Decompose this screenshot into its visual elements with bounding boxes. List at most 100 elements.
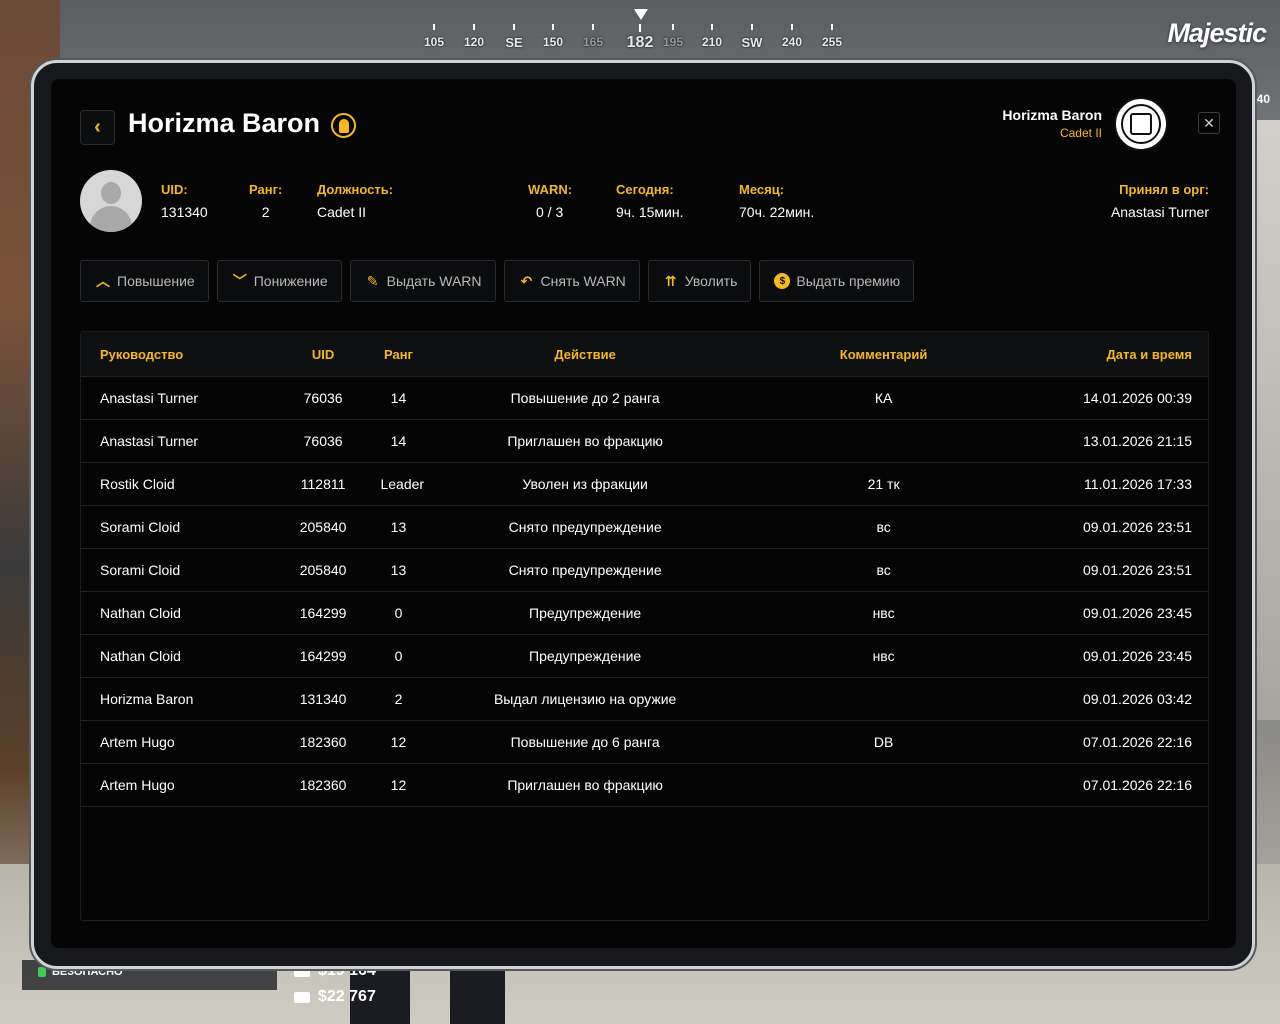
stat-value: Anastasi Turner [1110, 204, 1209, 220]
table-row[interactable]: Nathan Cloid 164299 0 Предупреждение нвс 09.0… [81, 635, 1208, 678]
stat-label: Должность: [317, 182, 394, 197]
button-label: Снять WARN [540, 273, 626, 289]
tablet-screen: ‹ Horizma Baron Horizma Baron Cadet II ✕… [51, 79, 1236, 948]
cell-comment: КА [874, 390, 893, 406]
close-button[interactable]: ✕ [1198, 112, 1220, 134]
cell-comment: нвс [872, 648, 895, 664]
cell-rank: 2 [394, 691, 403, 707]
table-row[interactable]: Artem Hugo 182360 12 Приглашен во фракцию 07… [81, 764, 1208, 807]
cell-rank: 13 [390, 519, 407, 535]
table-row[interactable]: Rostik Cloid 112811 Leader Уволен из фракци… [81, 463, 1208, 506]
table-row[interactable]: Anastasi Turner 76036 14 Повышение до 2 ран… [81, 377, 1208, 420]
table-row[interactable]: Horizma Baron 131340 2 Выдал лицензию на ор… [81, 678, 1208, 721]
compass-tick: 210 [692, 24, 732, 49]
compass-tick: 150 [533, 24, 573, 49]
cell-uid: 164299 [299, 605, 347, 621]
back-button[interactable]: ‹ [80, 110, 115, 145]
cell-uid: 205840 [299, 519, 347, 535]
cell-uid: 112811 [300, 476, 346, 492]
give-bonus-button[interactable]: $ Выдать премию [759, 260, 915, 302]
button-label: Выдать WARN [386, 273, 482, 289]
cell-rank: 14 [390, 390, 407, 406]
tablet-frame: ‹ Horizma Baron Horizma Baron Cadet II ✕… [31, 60, 1255, 969]
cell-leader: Horizma Baron [100, 691, 194, 707]
stat-value: 0 / 3 [536, 204, 564, 220]
cell-datetime: 13.01.2026 21:15 [1083, 433, 1193, 449]
stat-value: 9ч. 15мин. [616, 204, 684, 220]
cell-datetime: 09.01.2026 23:51 [1083, 519, 1193, 535]
cell-datetime: 14.01.2026 00:39 [1083, 390, 1193, 406]
lspd-seal-icon [1114, 97, 1168, 151]
cell-action: Снято предупреждение [508, 519, 662, 535]
stat-value: 2 [261, 204, 270, 220]
table-header: Руководство UID Ранг Действие Комментари… [81, 332, 1208, 377]
cell-leader: Rostik Cloid [100, 476, 175, 492]
promote-button[interactable]: ︿ Повышение [80, 260, 209, 302]
button-label: Понижение [253, 273, 328, 289]
stat-label: Принял в орг: [1119, 182, 1209, 197]
table-row[interactable]: Sorami Cloid 205840 13 Снято предупреждение… [81, 506, 1208, 549]
column-header-leader: Руководство [100, 346, 184, 362]
cell-comment: нвс [872, 605, 895, 621]
cell-action: Предупреждение [529, 648, 642, 664]
cell-leader: Artem Hugo [100, 734, 175, 750]
cell-leader: Nathan Cloid [100, 605, 181, 621]
stat-value: 70ч. 22мин. [739, 204, 815, 220]
cell-uid: 164299 [299, 648, 347, 664]
cell-rank: 0 [394, 648, 403, 664]
current-user-name: Horizma Baron [1002, 107, 1102, 123]
cell-action: Уволен из фракции [522, 476, 648, 492]
stat-today: Сегодня: 9ч. 15мин. [616, 182, 684, 220]
cell-uid: 182360 [299, 734, 347, 750]
cell-uid: 76036 [303, 433, 343, 449]
table-body[interactable]: Anastasi Turner 76036 14 Повышение до 2 ран… [81, 377, 1208, 807]
stat-month: Месяц: 70ч. 22мин. [739, 182, 814, 220]
compass-tick: 255 [812, 24, 852, 49]
cell-leader: Sorami Cloid [100, 519, 181, 535]
cell-action: Повышение до 6 ранга [510, 734, 660, 750]
remove-warn-button[interactable]: ↶ Снять WARN [503, 260, 640, 302]
avatar [80, 170, 142, 232]
cell-leader: Artem Hugo [100, 777, 175, 793]
shield-icon [38, 967, 46, 977]
cell-leader: Sorami Cloid [100, 562, 181, 578]
button-label: Уволить [684, 273, 738, 289]
brand-logo: Majestic [1167, 18, 1267, 48]
current-user-rank: Cadet II [1059, 126, 1102, 140]
fire-person-icon: ⇈ [664, 272, 677, 289]
page-title: Horizma Baron [128, 108, 321, 138]
cell-uid: 76036 [303, 390, 343, 406]
cell-datetime: 09.01.2026 23:51 [1083, 562, 1193, 578]
issue-warn-button[interactable]: ✎ Выдать WARN [349, 260, 496, 302]
action-bar: ︿ Повышение ﹀ Понижение ✎ Выдать WARN ↶ … [80, 260, 915, 302]
document-edit-icon: ✎ [366, 272, 379, 289]
compass-tick: 195 [653, 24, 693, 49]
person-badge-icon [331, 113, 356, 138]
cell-uid: 182360 [299, 777, 347, 793]
cell-rank: 0 [394, 605, 403, 621]
table-row[interactable]: Sorami Cloid 205840 13 Снято предупреждение… [81, 549, 1208, 592]
column-header-action: Действие [554, 346, 616, 362]
stat-value: Cadet II [317, 204, 367, 220]
cell-action: Выдал лицензию на оружие [493, 691, 677, 707]
cell-comment: вс [876, 519, 891, 535]
dollar-coin-icon: $ [774, 273, 791, 289]
undo-arrow-icon: ↶ [520, 272, 533, 289]
cell-comment: вс [876, 562, 891, 578]
stat-value: 131340 [161, 204, 208, 220]
compass-tick: SE [494, 24, 534, 50]
cell-action: Повышение до 2 ранга [510, 390, 660, 406]
close-icon: ✕ [1203, 114, 1215, 131]
fire-button[interactable]: ⇈ Уволить [647, 260, 752, 302]
cell-action: Снято предупреждение [508, 562, 662, 578]
table-row[interactable]: Anastasi Turner 76036 14 Приглашен во фракц… [81, 420, 1208, 463]
table-row[interactable]: Nathan Cloid 164299 0 Предупреждение нвс 09.0… [81, 592, 1208, 635]
cell-leader: Anastasi Turner [100, 390, 199, 406]
table-row[interactable]: Artem Hugo 182360 12 Повышение до 6 ранга DB… [81, 721, 1208, 764]
action-log-table: Руководство UID Ранг Действие Комментари… [80, 331, 1209, 921]
cell-comment: DB [873, 734, 894, 750]
compass-tick: 240 [772, 24, 812, 49]
column-header-comment: Комментарий [839, 346, 928, 362]
demote-button[interactable]: ﹀ Понижение [216, 260, 342, 302]
cell-uid: 131340 [299, 691, 347, 707]
